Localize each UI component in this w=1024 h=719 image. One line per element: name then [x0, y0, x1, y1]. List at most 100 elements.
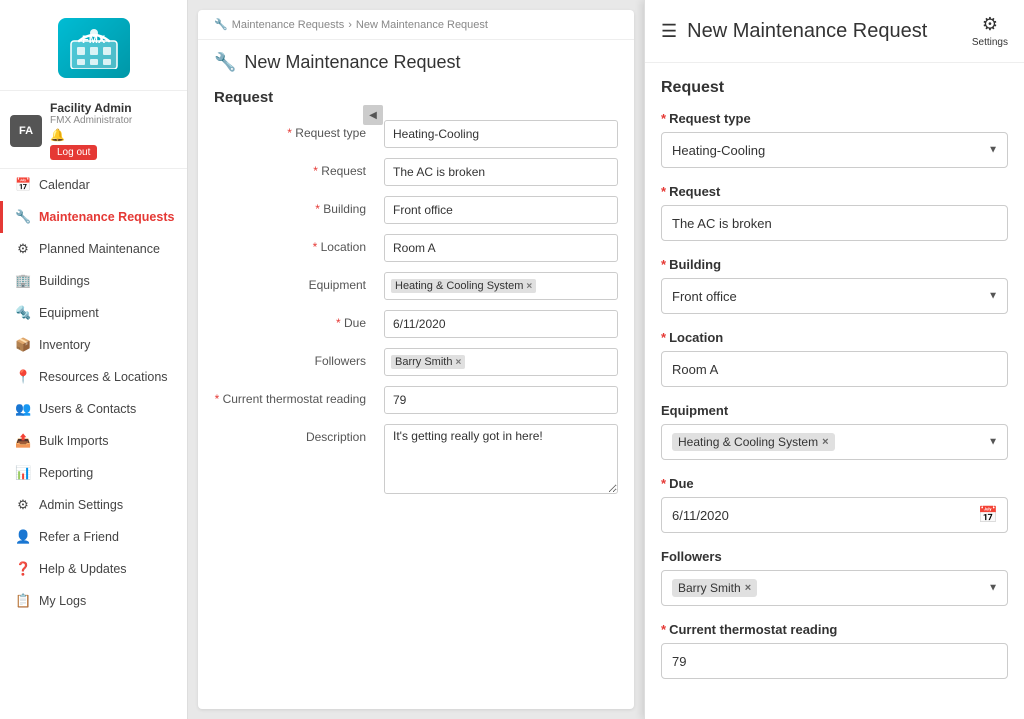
building-input[interactable]: [384, 196, 618, 224]
breadcrumb-separator: ›: [348, 19, 352, 31]
sidebar-item-label: Inventory: [39, 338, 90, 352]
sidebar-item-label: Equipment: [39, 306, 99, 320]
avatar: FA: [10, 115, 42, 147]
page-title: 🔧 New Maintenance Request: [198, 40, 634, 73]
rp-due-wrapper: 📅: [661, 497, 1008, 533]
location-input[interactable]: [384, 234, 618, 262]
rp-followers-tag-input[interactable]: Barry Smith ×: [661, 570, 1008, 606]
logo-area: FMX: [0, 0, 187, 91]
svg-text:FMX: FMX: [82, 34, 106, 46]
followers-tag-input[interactable]: Barry Smith ×: [384, 348, 618, 376]
user-name: Facility Admin: [50, 101, 177, 115]
request-type-input[interactable]: [384, 120, 618, 148]
user-profile-area: FA Facility Admin FMX Administrator 🔔 Lo…: [0, 91, 187, 169]
resources-locations-icon: 📍: [15, 369, 31, 385]
sidebar-toggle[interactable]: ◀: [363, 105, 383, 125]
sidebar-item-calendar[interactable]: 📅 Calendar: [0, 169, 187, 201]
sidebar-item-users-contacts[interactable]: 👥 Users & Contacts: [0, 393, 187, 425]
rp-field-request: * Request: [661, 184, 1008, 241]
admin-settings-icon: ⚙: [15, 497, 31, 513]
thermostat-input[interactable]: [384, 386, 618, 414]
rp-follower-tag-remove[interactable]: ×: [745, 582, 751, 594]
rp-due-input[interactable]: [661, 497, 1008, 533]
field-thermostat: * Current thermostat reading: [214, 386, 618, 414]
rp-field-due: * Due 📅: [661, 476, 1008, 533]
rp-request-input[interactable]: [661, 205, 1008, 241]
sidebar-item-help-updates[interactable]: ❓ Help & Updates: [0, 553, 187, 585]
breadcrumb-icon: 🔧: [214, 18, 228, 31]
followers-tag: Barry Smith ×: [391, 355, 465, 369]
form-section: Request * Request type * Request * Build…: [198, 73, 634, 520]
right-panel-body: Request * Request type Heating-Cooling *…: [645, 63, 1024, 719]
rp-request-type-wrapper: Heating-Cooling: [661, 132, 1008, 168]
sidebar-item-planned-maintenance[interactable]: ⚙Planned Maintenance: [0, 233, 187, 265]
buildings-icon: 🏢: [15, 273, 31, 289]
equipment-tag: Heating & Cooling System ×: [391, 279, 536, 293]
sidebar-nav: 📅Calendar🔧Maintenance Requests⚙Planned M…: [0, 169, 187, 617]
rp-thermostat-input[interactable]: [661, 643, 1008, 679]
rp-field-thermostat: * Current thermostat reading: [661, 622, 1008, 679]
sidebar-item-label: Users & Contacts: [39, 402, 136, 416]
sidebar-item-inventory[interactable]: 📦Inventory: [0, 329, 187, 361]
rp-field-followers: Followers Barry Smith ×: [661, 549, 1008, 606]
sidebar-item-label: Admin Settings: [39, 498, 123, 512]
sidebar-item-label: Buildings: [39, 274, 90, 288]
right-panel: ☰ New Maintenance Request ⚙ Settings Req…: [644, 0, 1024, 719]
sidebar-item-equipment[interactable]: 🔩Equipment: [0, 297, 187, 329]
sidebar-item-label: Refer a Friend: [39, 530, 119, 544]
rp-section-title: Request: [661, 79, 1008, 97]
refer-friend-icon: 👤: [15, 529, 31, 545]
sidebar-item-label: Help & Updates: [39, 562, 127, 576]
settings-button[interactable]: ⚙ Settings: [972, 14, 1008, 48]
users-contacts-icon: 👥: [15, 401, 31, 417]
rp-request-type-select[interactable]: Heating-Cooling: [661, 132, 1008, 168]
app-logo: FMX: [58, 18, 130, 78]
due-input[interactable]: [384, 310, 618, 338]
sidebar-item-label: Planned Maintenance: [39, 242, 160, 256]
rp-field-building: * Building Front office: [661, 257, 1008, 314]
hamburger-icon[interactable]: ☰: [661, 21, 677, 42]
sidebar-item-label: Resources & Locations: [39, 370, 168, 384]
sidebar-item-refer-friend[interactable]: 👤 Refer a Friend: [0, 521, 187, 553]
rp-field-equipment: Equipment Heating & Cooling System ×: [661, 403, 1008, 460]
calendar-icon: 📅: [15, 177, 31, 193]
equipment-tag-remove[interactable]: ×: [526, 281, 532, 292]
field-equipment: Equipment Heating & Cooling System ×: [214, 272, 618, 300]
help-updates-icon: ❓: [15, 561, 31, 577]
bulk-imports-icon: 📤: [15, 433, 31, 449]
sidebar-item-bulk-imports[interactable]: 📤Bulk Imports: [0, 425, 187, 457]
sidebar-item-maintenance-requests[interactable]: 🔧Maintenance Requests: [0, 201, 187, 233]
notifications-icon[interactable]: 🔔: [50, 128, 65, 142]
sidebar-item-reporting[interactable]: 📊Reporting: [0, 457, 187, 489]
user-role: FMX Administrator: [50, 115, 177, 126]
rp-equipment-tag-remove[interactable]: ×: [822, 436, 828, 448]
follower-tag-remove[interactable]: ×: [455, 357, 461, 368]
rp-followers-wrapper: Barry Smith ×: [661, 570, 1008, 606]
rp-location-input[interactable]: [661, 351, 1008, 387]
rp-equipment-tag-input[interactable]: Heating & Cooling System ×: [661, 424, 1008, 460]
sidebar-item-label: Calendar: [39, 178, 90, 192]
main-layout: ◀ 🔧 Maintenance Requests › New Maintenan…: [188, 0, 1024, 719]
reporting-icon: 📊: [15, 465, 31, 481]
rp-equipment-tag: Heating & Cooling System ×: [672, 433, 835, 451]
rp-field-location: * Location: [661, 330, 1008, 387]
breadcrumb-current: New Maintenance Request: [356, 19, 488, 31]
sidebar-item-buildings[interactable]: 🏢 Buildings: [0, 265, 187, 297]
sidebar-item-my-logs[interactable]: 📋 My Logs: [0, 585, 187, 617]
logout-button[interactable]: Log out: [50, 145, 97, 160]
content-panel: 🔧 Maintenance Requests › New Maintenance…: [198, 10, 634, 709]
field-location: * Location: [214, 234, 618, 262]
sidebar-item-admin-settings[interactable]: ⚙ Admin Settings: [0, 489, 187, 521]
user-info: Facility Admin FMX Administrator 🔔 Log o…: [50, 101, 177, 160]
description-textarea[interactable]: It's getting really got in here!: [384, 424, 618, 494]
sidebar-item-resources-locations[interactable]: 📍 Resources & Locations: [0, 361, 187, 393]
my-logs-icon: 📋: [15, 593, 31, 609]
field-request: * Request: [214, 158, 618, 186]
calendar-icon[interactable]: 📅: [978, 505, 998, 525]
breadcrumb-parent[interactable]: Maintenance Requests: [232, 19, 345, 31]
right-panel-header: ☰ New Maintenance Request ⚙ Settings: [645, 0, 1024, 63]
request-input[interactable]: [384, 158, 618, 186]
equipment-tag-input[interactable]: Heating & Cooling System ×: [384, 272, 618, 300]
sidebar-item-label: My Logs: [39, 594, 86, 608]
rp-building-select[interactable]: Front office: [661, 278, 1008, 314]
